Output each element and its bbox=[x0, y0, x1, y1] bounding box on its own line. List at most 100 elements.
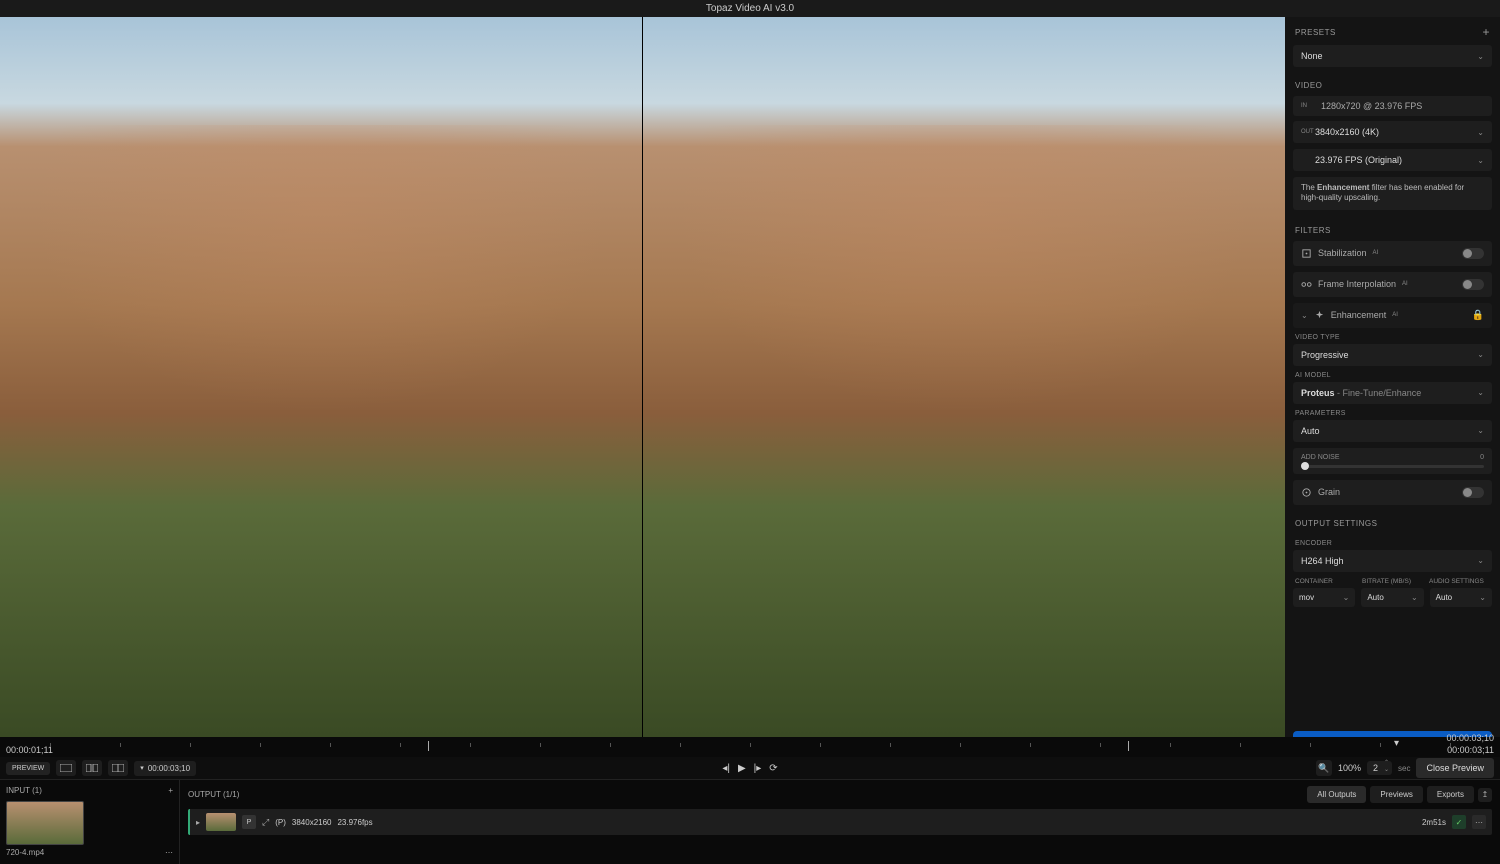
zoom-out-icon[interactable]: 🔍 bbox=[1316, 760, 1332, 776]
preset-dropdown[interactable]: None ⌄ bbox=[1293, 45, 1492, 67]
container-label: CONTAINER bbox=[1295, 578, 1356, 585]
chevron-down-icon: ⌄ bbox=[1343, 593, 1350, 602]
timeline-in-bracket[interactable] bbox=[428, 741, 429, 751]
stabilization-filter[interactable]: Stabilization AI bbox=[1293, 241, 1492, 266]
preview-badge[interactable]: PREVIEW bbox=[6, 762, 50, 775]
grain-filter[interactable]: Grain bbox=[1293, 480, 1492, 505]
right-sidebar: PRESETS + None ⌄ VIDEO IN 1280x720 @ 23.… bbox=[1285, 17, 1500, 737]
close-preview-button[interactable]: Close Preview bbox=[1416, 758, 1494, 778]
encoder-dropdown[interactable]: H264 High ⌄ bbox=[1293, 550, 1492, 572]
preview-seconds-input[interactable]: 2 bbox=[1367, 761, 1392, 775]
input-filename: 720-4.mp4 bbox=[6, 848, 44, 857]
timeline-tick bbox=[470, 743, 471, 747]
frame-interp-toggle[interactable] bbox=[1462, 279, 1484, 290]
chevron-down-icon: ⌄ bbox=[1477, 350, 1484, 359]
tab-all-outputs[interactable]: All Outputs bbox=[1307, 786, 1366, 803]
video-out-fps-dropdown[interactable]: 23.976 FPS (Original) ⌄ bbox=[1293, 149, 1492, 171]
timeline-track[interactable]: ▾ bbox=[50, 741, 1450, 751]
audio-dropdown[interactable]: Auto⌄ bbox=[1430, 588, 1492, 607]
encoder-value: H264 High bbox=[1301, 556, 1344, 566]
play-icon[interactable]: ▶ bbox=[738, 763, 746, 774]
stabilization-icon bbox=[1301, 248, 1312, 259]
view-split-icon[interactable] bbox=[82, 760, 102, 776]
input-column: INPUT (1) + 720-4.mp4 ⋯ bbox=[0, 780, 180, 864]
output-header: OUTPUT (1/1) bbox=[188, 790, 239, 799]
timeline-tick bbox=[330, 743, 331, 747]
parameters-label: PARAMETERS bbox=[1295, 410, 1490, 417]
zoom-value[interactable]: 100% bbox=[1338, 763, 1361, 773]
add-noise-slider-row[interactable]: ADD NOISE 0 bbox=[1293, 448, 1492, 474]
ai-model-desc: - Fine-Tune/Enhance bbox=[1335, 388, 1422, 398]
chevron-right-icon[interactable]: ▸ bbox=[196, 818, 200, 827]
add-noise-slider[interactable] bbox=[1301, 465, 1484, 468]
video-out-res-dropdown[interactable]: OUT 3840x2160 (4K) ⌄ bbox=[1293, 121, 1492, 143]
video-type-dropdown[interactable]: Progressive ⌄ bbox=[1293, 344, 1492, 366]
step-forward-icon[interactable]: |▸ bbox=[754, 763, 762, 774]
tab-exports[interactable]: Exports bbox=[1427, 786, 1474, 803]
timeline-playhead-icon[interactable]: ▾ bbox=[1394, 738, 1399, 749]
output-thumbnail bbox=[206, 813, 236, 831]
chevron-down-icon: ▾ bbox=[140, 764, 144, 772]
view-single-icon[interactable] bbox=[56, 760, 76, 776]
timecode-display[interactable]: ▾ 00:00:03;10 bbox=[134, 761, 196, 776]
chevron-down-icon: ⌄ bbox=[1477, 388, 1484, 397]
add-preset-icon[interactable]: + bbox=[1482, 25, 1490, 39]
lock-icon: 🔒 bbox=[1472, 310, 1484, 321]
chevron-down-icon: ⌄ bbox=[1411, 593, 1418, 602]
frame-interpolation-filter[interactable]: Frame Interpolation AI bbox=[1293, 272, 1492, 297]
container-dropdown[interactable]: mov⌄ bbox=[1293, 588, 1355, 607]
output-duration: 2m51s bbox=[1422, 818, 1446, 827]
timeline[interactable]: 00:00:01;11 00:00:03;10 00:00:03;11 ▾ bbox=[0, 737, 1500, 757]
add-noise-value: 0 bbox=[1480, 454, 1484, 461]
tab-previews[interactable]: Previews bbox=[1370, 786, 1422, 803]
timeline-tick bbox=[1450, 743, 1451, 747]
chevron-down-icon: ⌄ bbox=[1477, 426, 1484, 435]
add-noise-label: ADD NOISE bbox=[1301, 454, 1340, 461]
timeline-tick bbox=[680, 743, 681, 747]
timeline-left-time: 00:00:01;11 bbox=[6, 745, 53, 755]
chevron-down-icon: ⌄ bbox=[1477, 556, 1484, 565]
out-label: OUT bbox=[1301, 129, 1315, 135]
loop-icon[interactable]: ⟳ bbox=[769, 763, 777, 774]
output-fps: 23.976fps bbox=[337, 818, 372, 827]
check-icon[interactable]: ✓ bbox=[1452, 815, 1466, 829]
timeline-tick bbox=[540, 743, 541, 747]
add-input-icon[interactable]: + bbox=[168, 786, 173, 795]
input-thumbnail[interactable] bbox=[6, 801, 84, 845]
parameters-dropdown[interactable]: Auto ⌄ bbox=[1293, 420, 1492, 442]
input-more-icon[interactable]: ⋯ bbox=[165, 848, 173, 857]
chevron-down-icon: ⌄ bbox=[1477, 156, 1484, 165]
grain-toggle[interactable] bbox=[1462, 487, 1484, 498]
video-type-label: VIDEO TYPE bbox=[1295, 334, 1490, 341]
ai-badge: AI bbox=[1373, 250, 1379, 256]
timeline-out-bracket[interactable] bbox=[1128, 741, 1129, 751]
timeline-tick bbox=[120, 743, 121, 747]
timeline-tick bbox=[1380, 743, 1381, 747]
timeline-tick bbox=[750, 743, 751, 747]
sec-label: sec bbox=[1398, 764, 1410, 773]
control-bar: PREVIEW ▾ 00:00:03;10 ◂| ▶ |▸ ⟳ 🔍 100% 2… bbox=[0, 757, 1500, 779]
preview-original-pane[interactable] bbox=[0, 17, 643, 737]
ai-model-dropdown[interactable]: Proteus - Fine-Tune/Enhance ⌄ bbox=[1293, 382, 1492, 404]
view-side-icon[interactable] bbox=[108, 760, 128, 776]
output-expand-icon[interactable]: ↥ bbox=[1478, 788, 1492, 802]
chevron-down-icon: ⌄ bbox=[1479, 593, 1486, 602]
enhancement-filter-header[interactable]: ⌄ Enhancement AI 🔒 bbox=[1293, 303, 1492, 328]
audio-label: AUDIO SETTINGS bbox=[1429, 578, 1490, 585]
chevron-down-icon: ⌄ bbox=[1477, 128, 1484, 137]
more-icon[interactable]: ⋯ bbox=[1472, 815, 1486, 829]
timeline-tick bbox=[1310, 743, 1311, 747]
preview-processed-pane[interactable] bbox=[643, 17, 1285, 737]
parameters-value: Auto bbox=[1301, 426, 1320, 436]
stabilization-toggle[interactable] bbox=[1462, 248, 1484, 259]
step-back-icon[interactable]: ◂| bbox=[722, 763, 730, 774]
grain-label: Grain bbox=[1318, 487, 1340, 497]
ai-model-label: AI MODEL bbox=[1295, 372, 1490, 379]
stabilization-label: Stabilization bbox=[1318, 248, 1367, 258]
enhancement-icon bbox=[1314, 310, 1325, 321]
output-item[interactable]: ▸ P ⤢ (P) 3840x2160 23.976fps 2m51s ✓ ⋯ bbox=[188, 809, 1492, 835]
timeline-tick bbox=[610, 743, 611, 747]
bitrate-dropdown[interactable]: Auto⌄ bbox=[1361, 588, 1423, 607]
timeline-tick bbox=[1240, 743, 1241, 747]
frame-interp-label: Frame Interpolation bbox=[1318, 279, 1396, 289]
